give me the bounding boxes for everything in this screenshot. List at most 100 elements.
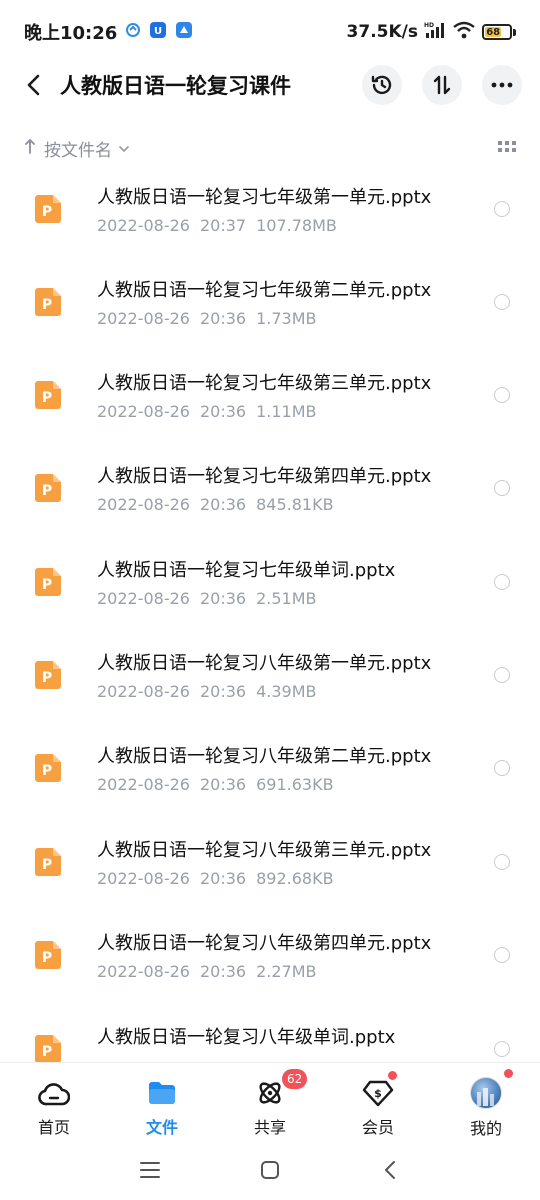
nav-vip[interactable]: $ 会员 — [324, 1063, 432, 1138]
sort-bar: 按文件名 — [0, 128, 540, 168]
bottom-nav: 首页 文件 62 共享 $ 会员 我的 — [0, 1062, 540, 1138]
status-time: 晚上10:26 — [24, 23, 118, 44]
file-name: 人教版日语一轮复习八年级单词.pptx — [97, 1027, 396, 1048]
file-time: 20:37 — [199, 216, 247, 235]
file-name: 人教版日语一轮复习七年级第一单元.pptx — [97, 187, 432, 208]
file-row[interactable]: P 人教版日语一轮复习七年级单词.pptx 2022-08-26 20:36 2.5… — [0, 537, 540, 630]
wifi-icon — [452, 21, 476, 44]
back-button[interactable] — [18, 65, 50, 105]
app-notification-icon: U — [149, 21, 167, 44]
nav-share[interactable]: 62 共享 — [216, 1063, 324, 1138]
file-time: 20:36 — [199, 495, 247, 514]
file-meta: 2022-08-26 20:36 2.51MB — [97, 589, 317, 608]
more-button[interactable] — [482, 65, 522, 105]
home-button[interactable] — [250, 1150, 290, 1190]
file-time: 20:36 — [199, 775, 247, 794]
file-date: 2022-08-26 — [97, 216, 190, 235]
pptx-file-icon: P — [34, 194, 62, 228]
file-time: 20:36 — [199, 402, 247, 421]
nav-label: 首页 — [37, 1118, 70, 1137]
file-row[interactable]: P 人教版日语一轮复习七年级第一单元.pptx 2022-08-26 20:37 1… — [0, 164, 540, 257]
file-time: 20:36 — [199, 869, 247, 888]
file-date: 2022-08-26 — [97, 869, 190, 888]
file-size: 691.63KB — [256, 775, 334, 794]
cloud-home-icon — [37, 1077, 71, 1108]
file-time: 20:36 — [199, 589, 247, 608]
svg-text:P: P — [42, 297, 52, 313]
system-nav-bar — [0, 1140, 540, 1200]
pptx-file-icon: P — [34, 380, 62, 414]
sort-up-arrow-icon — [24, 138, 36, 159]
grid-view-icon — [498, 141, 516, 152]
file-row[interactable]: P 人教版日语一轮复习八年级第四单元.pptx 2022-08-26 20:36 2… — [0, 910, 540, 1003]
file-size: 4.39MB — [256, 682, 317, 701]
pptx-file-icon: P — [34, 660, 62, 694]
battery-level: 68 — [485, 26, 502, 38]
nav-label: 文件 — [145, 1118, 178, 1137]
nav-label: 共享 — [253, 1118, 286, 1137]
file-date: 2022-08-26 — [97, 309, 190, 328]
select-checkbox[interactable] — [494, 480, 510, 496]
select-checkbox[interactable] — [494, 760, 510, 776]
svg-text:$: $ — [374, 1087, 382, 1100]
battery-indicator: 68 — [482, 24, 516, 40]
more-dots-icon — [491, 82, 513, 88]
file-row[interactable]: P 人教版日语一轮复习七年级第二单元.pptx 2022-08-26 20:36 1… — [0, 257, 540, 350]
file-date: 2022-08-26 — [97, 495, 190, 514]
file-row[interactable]: P 人教版日语一轮复习八年级第二单元.pptx 2022-08-26 20:36 6… — [0, 723, 540, 816]
nav-me[interactable]: 我的 — [432, 1063, 540, 1138]
select-checkbox[interactable] — [494, 947, 510, 963]
svg-text:P: P — [42, 1044, 52, 1060]
select-checkbox[interactable] — [494, 294, 510, 310]
file-name: 人教版日语一轮复习七年级单词.pptx — [97, 560, 396, 581]
file-meta: 2022-08-26 20:36 2.27MB — [97, 962, 317, 981]
pptx-file-icon: P — [34, 847, 62, 881]
file-size: 1.11MB — [256, 402, 317, 421]
file-meta: 2022-08-26 20:36 845.81KB — [97, 495, 334, 514]
svg-text:P: P — [42, 670, 52, 686]
square-home-icon — [261, 1161, 279, 1179]
grid-view-toggle[interactable] — [498, 138, 516, 158]
file-row[interactable]: P 人教版日语一轮复习八年级第三单元.pptx 2022-08-26 20:36 8… — [0, 817, 540, 910]
file-time: 20:36 — [199, 962, 247, 981]
sort-transfer-button[interactable] — [422, 65, 462, 105]
vip-dot-badge — [388, 1071, 397, 1080]
file-meta: 2022-08-26 20:36 4.39MB — [97, 682, 317, 701]
nav-files[interactable]: 文件 — [108, 1063, 216, 1138]
file-name: 人教版日语一轮复习七年级第二单元.pptx — [97, 280, 432, 301]
file-row[interactable]: P 人教版日语一轮复习八年级第一单元.pptx 2022-08-26 20:36 4… — [0, 630, 540, 723]
nav-label: 会员 — [361, 1118, 394, 1137]
status-bar: 晚上10:26 U 37.5K/s HD 68 — [0, 0, 540, 64]
file-size: 2.27MB — [256, 962, 317, 981]
file-size: 107.78MB — [256, 216, 337, 235]
file-date: 2022-08-26 — [97, 962, 190, 981]
select-checkbox[interactable] — [494, 201, 510, 217]
select-checkbox[interactable] — [494, 1041, 510, 1057]
file-size: 2.51MB — [256, 589, 317, 608]
me-dot-badge — [504, 1069, 513, 1078]
header: 人教版日语一轮复习课件 — [0, 60, 540, 110]
file-size: 892.68KB — [256, 869, 334, 888]
sort-label[interactable]: 按文件名 — [44, 136, 112, 161]
menu-lines-icon — [140, 1162, 160, 1178]
pptx-file-icon: P — [34, 287, 62, 321]
file-time: 20:36 — [199, 309, 247, 328]
chevron-down-icon[interactable] — [118, 138, 130, 158]
file-name: 人教版日语一轮复习八年级第二单元.pptx — [97, 746, 432, 767]
history-button[interactable] — [362, 65, 402, 105]
file-name: 人教版日语一轮复习八年级第一单元.pptx — [97, 653, 432, 674]
file-row[interactable]: P 人教版日语一轮复习七年级第三单元.pptx 2022-08-26 20:36 1… — [0, 350, 540, 443]
file-row[interactable]: P 人教版日语一轮复习七年级第四单元.pptx 2022-08-26 20:36 8… — [0, 443, 540, 536]
file-meta: 2022-08-26 20:37 107.78MB — [97, 216, 337, 235]
file-date: 2022-08-26 — [97, 775, 190, 794]
file-meta: 2022-08-26 20:36 1.11MB — [97, 402, 317, 421]
signal-icon: HD — [424, 21, 446, 44]
system-back-button[interactable] — [370, 1150, 410, 1190]
file-name: 人教版日语一轮复习七年级第三单元.pptx — [97, 373, 432, 394]
select-checkbox[interactable] — [494, 387, 510, 403]
select-checkbox[interactable] — [494, 854, 510, 870]
nav-home[interactable]: 首页 — [0, 1063, 108, 1138]
select-checkbox[interactable] — [494, 667, 510, 683]
recent-apps-button[interactable] — [130, 1150, 170, 1190]
select-checkbox[interactable] — [494, 574, 510, 590]
